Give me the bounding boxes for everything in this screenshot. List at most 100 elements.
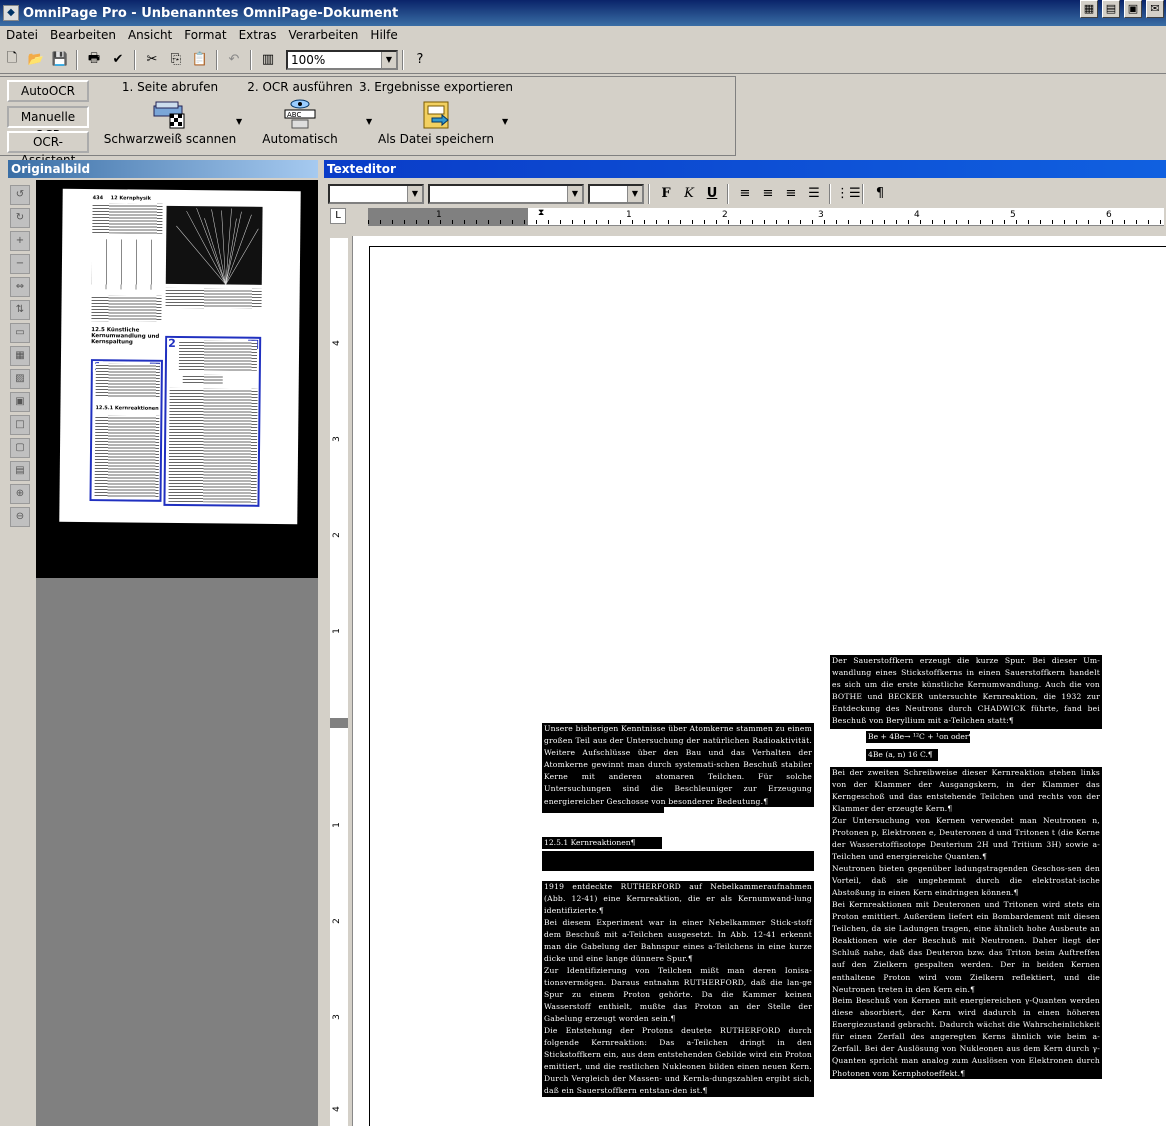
italic-button[interactable]: K	[678, 184, 700, 204]
image-tools: ↺ ↻ + − ⇔ ⇅ ▭ ▦ ▨ ▣ □ ▢ ▤ ⊕ ⊖	[8, 182, 34, 1126]
ocr-zone-2[interactable]: 2	[163, 335, 262, 507]
align-right-icon[interactable]: ≡	[780, 184, 802, 204]
chevron-down-icon[interactable]: ▼	[407, 186, 422, 202]
indent-marker-icon[interactable]: ⧗	[538, 208, 544, 218]
bullet-list-icon[interactable]: ⋮☰	[836, 184, 861, 204]
chevron-down-icon[interactable]: ▼	[627, 186, 642, 202]
standard-toolbar: 🗋 📂 💾 🖶 ✔ ✂ ⎘ 📋 ↶ ▥ 100% ▼ ?	[0, 46, 1166, 74]
col1-para1[interactable]: Unsere bisherigen Kenntnisse über Atomke…	[542, 723, 814, 813]
image-settings-icon[interactable]: ▤	[10, 461, 30, 481]
add-zone-icon[interactable]: +	[10, 231, 30, 251]
zoom-select[interactable]: 100% ▼	[286, 49, 398, 70]
open-folder-icon[interactable]: 📂	[25, 49, 47, 71]
document-page[interactable]: Unsere bisherigen Kenntnisse über Atomke…	[369, 246, 1166, 1126]
original-panel-title: Originalbild	[8, 160, 318, 178]
vertical-ruler[interactable]: 4 3 2 1 1 2 3 4	[330, 238, 348, 1126]
nebelkammer-photo	[165, 205, 263, 285]
help-pointer-icon[interactable]: ?	[409, 49, 431, 71]
col2-formula2[interactable]: 4Be (a, n) 16 C.¶	[866, 749, 938, 762]
svg-text:ABC: ABC	[287, 111, 301, 119]
mail-icon[interactable]: ✉	[1146, 0, 1164, 18]
cut-icon[interactable]: ✂	[141, 49, 163, 71]
section-heading: 12.5 Künstliche Kernumwandlung und Kerns…	[91, 327, 160, 346]
autoocr-button[interactable]: AutoOCR	[7, 80, 89, 102]
copy-icon[interactable]: ⎘	[165, 49, 187, 71]
tray-icon-2[interactable]: ▤	[1102, 0, 1120, 18]
col2-para6[interactable]: Beim Beschuß von Kernen mit energiereich…	[830, 995, 1102, 1079]
table-zone-icon[interactable]: ▦	[10, 346, 30, 366]
menu-ansicht[interactable]: Ansicht	[122, 28, 178, 42]
col1-para3[interactable]: Bei diesem Experiment war in einer Nebel…	[542, 917, 814, 965]
new-document-icon[interactable]: 🗋	[1, 49, 23, 71]
menu-hilfe[interactable]: Hilfe	[364, 28, 403, 42]
ocr-eye-icon: ABC	[282, 98, 318, 130]
menu-verarbeiten[interactable]: Verarbeiten	[283, 28, 365, 42]
spellcheck-icon[interactable]: ✔	[107, 49, 129, 71]
title-bar: ◆ OmniPage Pro - Unbenanntes OmniPage-Do…	[0, 0, 1166, 26]
paste-icon[interactable]: 📋	[189, 49, 211, 71]
tray-icon-1[interactable]: ▦	[1080, 0, 1098, 18]
align-left-icon[interactable]: ≡	[734, 184, 756, 204]
underline-button[interactable]: U	[701, 184, 723, 204]
col1-para2[interactable]: 1919 entdeckte RUTHERFORD auf Nebelkamme…	[542, 881, 814, 917]
step-export-label: 3. Ergebnisse exportieren	[358, 80, 514, 94]
menu-format[interactable]: Format	[178, 28, 232, 42]
zone-properties-icon[interactable]: ▣	[10, 392, 30, 412]
zoom-in-icon[interactable]: ⊕	[10, 484, 30, 504]
chevron-down-icon[interactable]: ▼	[381, 51, 396, 68]
original-image-panel: Originalbild ↺ ↻ + − ⇔ ⇅ ▭ ▦ ▨ ▣ □ ▢ ▤ ⊕…	[6, 158, 318, 1126]
show-marks-button[interactable]: ¶	[869, 184, 891, 204]
col2-para3[interactable]: Zur Untersuchung von Kernen verwendet ma…	[830, 815, 1102, 863]
text-zone-icon[interactable]: ▭	[10, 323, 30, 343]
col1-para4[interactable]: Zur Identifizierung von Teilchen mißt ma…	[542, 965, 814, 1025]
col1-heading[interactable]: 12.5.1 Kernreaktionen¶	[542, 837, 662, 850]
zone-order-icon[interactable]: ⇅	[10, 300, 30, 320]
col1-para5[interactable]: Die Entstehung der Protons deutete RUTHE…	[542, 1025, 814, 1097]
dropdown-arrow-icon[interactable]: ▼	[502, 117, 508, 126]
rotate-right-icon[interactable]: ↻	[10, 208, 30, 228]
image-viewport[interactable]: 434 12 Kernphysik 12.5 Künstliche Kernum…	[36, 180, 318, 1126]
col2-para2[interactable]: Bei der zweiten Schreibweise dieser Kern…	[830, 767, 1102, 815]
col2-formula1[interactable]: Be + 4Be→ ¹²C + ¹on oder¶	[866, 731, 973, 744]
menu-datei[interactable]: Datei	[0, 28, 44, 42]
ignore-zone-icon[interactable]: □	[10, 415, 30, 435]
scanner-icon	[152, 98, 188, 130]
bold-button[interactable]: F	[655, 184, 677, 204]
col2-para1[interactable]: Der Sauerstoffkern erzeugt die kurze Spu…	[830, 655, 1102, 729]
col2-para5[interactable]: Bei Kernreaktionen mit Deuteronen und Tr…	[830, 899, 1102, 995]
ocr-assistant-button[interactable]: OCR-Assistent	[7, 131, 89, 167]
page-layout-icon[interactable]: ▥	[257, 49, 279, 71]
menu-extras[interactable]: Extras	[233, 28, 283, 42]
undo-icon[interactable]: ↶	[223, 49, 245, 71]
manual-ocr-button[interactable]: Manuelle OCR	[7, 106, 89, 142]
graphic-zone-icon[interactable]: ▨	[10, 369, 30, 389]
ocr-zone-1[interactable]: 1 12.5.1 Kernreaktionen	[89, 359, 163, 502]
remove-zone-icon[interactable]: −	[10, 254, 30, 274]
font-size-select[interactable]: ▼	[588, 184, 644, 204]
tray-icon-3[interactable]: ▣	[1124, 0, 1142, 18]
col1-spacer	[542, 851, 814, 871]
step-export[interactable]: 3. Ergebnisse exportieren Als Datei spei…	[356, 77, 516, 157]
zoom-out-icon[interactable]: ⊖	[10, 507, 30, 527]
col2-para4[interactable]: Neutronen bieten gegenüber ladungstragen…	[830, 863, 1102, 899]
document-area[interactable]: Unsere bisherigen Kenntnisse über Atomke…	[352, 236, 1166, 1126]
scanned-page: 434 12 Kernphysik 12.5 Künstliche Kernum…	[59, 188, 301, 525]
export-file-icon	[418, 98, 454, 130]
tab-stop-icon[interactable]: L	[330, 208, 346, 224]
page-number: 434	[92, 195, 104, 202]
style-select[interactable]: ▼	[328, 184, 424, 204]
menu-bearbeiten[interactable]: Bearbeiten	[44, 28, 122, 42]
print-icon[interactable]: 🖶	[83, 49, 105, 71]
connect-zones-icon[interactable]: ⇔	[10, 277, 30, 297]
horizontal-ruler[interactable]: 1 1 2 3 4 5 6 ⧗	[368, 208, 1164, 226]
save-icon[interactable]: 💾	[49, 49, 71, 71]
chevron-down-icon[interactable]: ▼	[567, 186, 582, 202]
justify-icon[interactable]: ☰	[803, 184, 825, 204]
page-header: 12 Kernphysik	[110, 195, 152, 202]
erase-icon[interactable]: ▢	[10, 438, 30, 458]
window-title: OmniPage Pro - Unbenanntes OmniPage-Doku…	[23, 5, 399, 21]
zone-number: 2	[167, 336, 177, 350]
rotate-left-icon[interactable]: ↺	[10, 185, 30, 205]
align-center-icon[interactable]: ≡	[757, 184, 779, 204]
font-select[interactable]: ▼	[428, 184, 584, 204]
